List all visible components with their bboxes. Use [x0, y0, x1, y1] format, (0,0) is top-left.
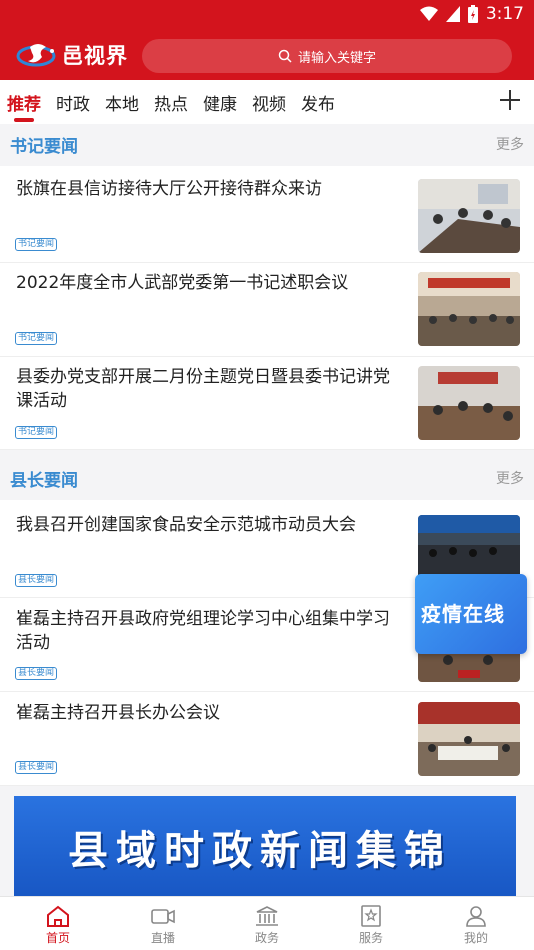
news-title: 崔磊主持召开县政府党组理论学习中心组集中学习活动 — [16, 609, 390, 653]
news-title: 县委办党支部开展二月份主题党日暨县委书记讲党课活动 — [16, 367, 390, 411]
news-title: 张旗在县信访接待大厅公开接待群众来访 — [16, 179, 322, 199]
nav-live[interactable]: 直播 — [110, 897, 216, 950]
more-link[interactable]: 更多 — [496, 134, 524, 154]
news-tag: 书记要闻 — [15, 238, 58, 251]
app-name: 邑视界 — [62, 44, 128, 68]
search-placeholder: 请输入关键字 — [297, 50, 376, 66]
news-collection-banner[interactable]: 县域时政新闻集锦 — [14, 796, 516, 896]
app-header: 邑视界 请输入关键字 — [0, 28, 534, 80]
app-logo: 邑视界 — [16, 38, 128, 72]
search-bar[interactable]: 请输入关键字 — [142, 39, 512, 73]
more-link[interactable]: 更多 — [496, 468, 524, 488]
video-camera-icon — [151, 909, 175, 924]
user-icon — [466, 906, 486, 927]
tab-hot[interactable]: 热点 — [154, 90, 188, 115]
status-time: 3:17 — [485, 4, 524, 24]
signal-icon — [445, 6, 460, 22]
news-tag: 县长要闻 — [15, 761, 58, 774]
add-channel-icon[interactable] — [498, 88, 522, 112]
news-thumbnail — [418, 272, 520, 346]
tab-health[interactable]: 健康 — [203, 90, 237, 115]
news-title: 2022年度全市人武部党委第一书记述职会议 — [16, 273, 349, 293]
category-tabs: 推荐 时政 本地 热点 健康 视频 发布 — [0, 80, 534, 124]
news-tag: 县长要闻 — [15, 574, 58, 587]
section-title: 书记要闻 — [10, 137, 78, 157]
nav-mine[interactable]: 我的 — [423, 897, 529, 950]
epidemic-online-floating-button[interactable]: 疫情在线 — [415, 574, 527, 654]
section-header-county-head: 县长要闻 更多 — [0, 458, 534, 500]
nav-label: 政务 — [254, 931, 279, 945]
status-bar: 3:17 — [0, 0, 534, 28]
news-item[interactable]: 县委办党支部开展二月份主题党日暨县委书记讲党课活动 书记要闻 — [0, 357, 534, 450]
news-tag: 县长要闻 — [15, 667, 58, 680]
nav-government[interactable]: 政务 — [214, 897, 320, 950]
news-tag: 书记要闻 — [15, 332, 58, 345]
search-icon — [278, 49, 292, 63]
news-item[interactable]: 张旗在县信访接待大厅公开接待群众来访 书记要闻 — [0, 166, 534, 263]
news-thumbnail — [418, 179, 520, 253]
wifi-icon — [419, 6, 438, 21]
government-building-icon — [256, 906, 278, 926]
tab-recommend[interactable]: 推荐 — [7, 90, 41, 115]
tab-publish[interactable]: 发布 — [301, 90, 335, 115]
home-icon — [47, 905, 69, 927]
status-icons: 3:17 — [419, 4, 524, 24]
news-item[interactable]: 崔磊主持召开县长办公会议 县长要闻 — [0, 692, 534, 786]
floating-button-label: 疫情在线 — [421, 602, 505, 626]
star-bookmark-icon — [361, 905, 381, 927]
news-title: 崔磊主持召开县长办公会议 — [16, 703, 220, 723]
tab-local[interactable]: 本地 — [105, 90, 139, 115]
nav-label: 服务 — [358, 931, 383, 945]
section-title: 县长要闻 — [10, 471, 78, 491]
news-thumbnail — [418, 366, 520, 440]
nav-label: 直播 — [150, 931, 175, 945]
nav-label: 首页 — [45, 931, 70, 945]
nav-label: 我的 — [463, 931, 488, 945]
bottom-navigation: 首页 直播 政务 服务 我的 — [0, 896, 534, 950]
news-thumbnail — [418, 702, 520, 776]
active-tab-indicator — [14, 118, 34, 122]
news-title: 我县召开创建国家食品安全示范城市动员大会 — [16, 515, 356, 535]
nav-home[interactable]: 首页 — [5, 897, 111, 950]
logo-mark-icon — [16, 44, 56, 67]
news-tag: 书记要闻 — [15, 426, 58, 439]
news-item[interactable]: 2022年度全市人武部党委第一书记述职会议 书记要闻 — [0, 263, 534, 357]
tab-video[interactable]: 视频 — [252, 90, 286, 115]
nav-service[interactable]: 服务 — [318, 897, 424, 950]
battery-icon — [467, 5, 478, 23]
tab-politics[interactable]: 时政 — [56, 90, 90, 115]
banner-title: 县域时政新闻集锦 — [68, 828, 452, 874]
section-header-secretary: 书记要闻 更多 — [0, 124, 534, 166]
